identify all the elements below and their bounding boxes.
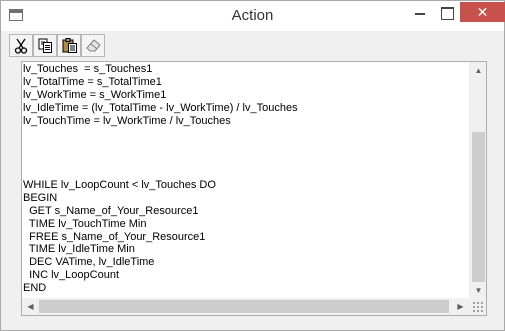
vertical-scroll-thumb[interactable] <box>472 132 485 282</box>
horizontal-scrollbar[interactable]: ◀ ▶ <box>22 298 469 315</box>
code-text[interactable]: lv_Touches = s_Touches1 lv_TotalTime = s_… <box>23 63 467 295</box>
toolbar <box>5 34 499 58</box>
maximize-button[interactable] <box>434 2 460 22</box>
eraser-icon <box>86 39 101 52</box>
cut-button[interactable] <box>9 34 33 57</box>
code-line[interactable]: lv_WorkTime = s_WorkTime1 <box>23 89 467 102</box>
code-editor[interactable]: lv_Touches = s_Touches1 lv_TotalTime = s_… <box>21 61 487 316</box>
code-line[interactable]: lv_Touches = s_Touches1 <box>23 63 467 76</box>
clipboard-icon <box>62 38 77 53</box>
resize-grip-icon[interactable] <box>472 301 484 313</box>
scroll-right-icon[interactable]: ▶ <box>452 298 469 315</box>
vertical-scrollbar[interactable]: ▲ ▼ <box>469 62 486 299</box>
code-line[interactable]: lv_TotalTime = s_TotalTime1 <box>23 76 467 89</box>
code-line[interactable]: INC lv_LoopCount <box>23 269 467 282</box>
scroll-up-icon[interactable]: ▲ <box>470 62 486 79</box>
minimize-button[interactable] <box>407 2 433 22</box>
scissors-icon <box>14 38 28 54</box>
code-line[interactable] <box>23 127 467 140</box>
code-line[interactable] <box>23 140 467 153</box>
code-line[interactable]: lv_IdleTime = (lv_TotalTime - lv_WorkTim… <box>23 102 467 115</box>
code-line[interactable] <box>23 153 467 166</box>
scroll-left-icon[interactable]: ◀ <box>22 298 39 315</box>
title-bar[interactable]: Action ✕ <box>1 1 505 31</box>
code-line[interactable]: TIME lv_TouchTime Min <box>23 218 467 231</box>
scroll-corner <box>469 298 486 315</box>
code-line[interactable] <box>23 166 467 179</box>
paste-button[interactable] <box>57 34 81 57</box>
code-line[interactable]: BEGIN <box>23 192 467 205</box>
code-line[interactable]: TIME lv_IdleTime Min <box>23 243 467 256</box>
close-button[interactable]: ✕ <box>460 2 505 22</box>
copy-icon <box>38 38 52 53</box>
scroll-down-icon[interactable]: ▼ <box>470 282 486 299</box>
action-window: Action ✕ lv_Touches = s_Touches1 lv_Tota… <box>0 0 505 331</box>
code-line[interactable]: FREE s_Name_of_Your_Resource1 <box>23 231 467 244</box>
code-line[interactable]: WHILE lv_LoopCount < lv_Touches DO <box>23 179 467 192</box>
code-line[interactable]: DEC VATime, lv_IdleTime <box>23 256 467 269</box>
code-line[interactable]: lv_TouchTime = lv_WorkTime / lv_Touches <box>23 115 467 128</box>
code-line[interactable]: GET s_Name_of_Your_Resource1 <box>23 205 467 218</box>
horizontal-scroll-thumb[interactable] <box>39 300 449 313</box>
copy-button[interactable] <box>33 34 57 57</box>
erase-button[interactable] <box>81 34 105 57</box>
code-line[interactable]: END <box>23 282 467 295</box>
